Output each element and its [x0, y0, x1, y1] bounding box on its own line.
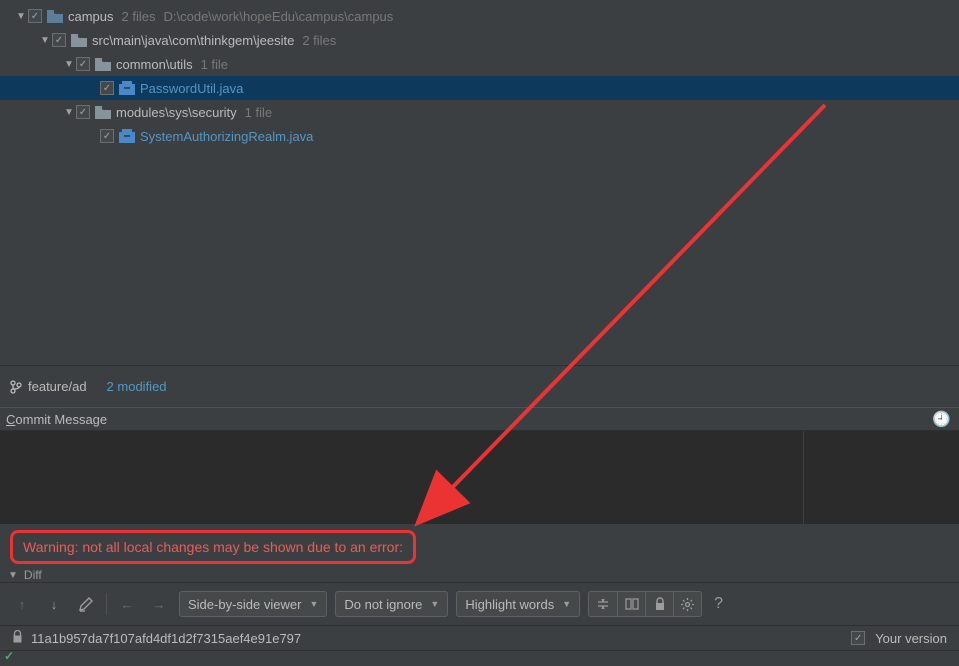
your-version-label: Your version [875, 631, 947, 646]
node-meta-count: 2 files [122, 9, 156, 24]
edit-icon[interactable] [74, 592, 98, 616]
modified-link[interactable]: 2 modified [107, 379, 167, 394]
node-meta-path: D:\code\work\hopeEdu\campus\campus [164, 9, 394, 24]
node-label: modules\sys\security [116, 105, 237, 120]
tree-row-root[interactable]: ▼ ✓ campus 2 files D:\code\work\hopeEdu\… [0, 4, 959, 28]
node-meta: 1 file [245, 105, 272, 120]
forward-icon[interactable]: → [147, 592, 171, 616]
chevron-down-icon[interactable]: ▼ [38, 35, 52, 46]
checkbox[interactable]: ✓ [76, 105, 90, 119]
commit-message-header: Commit Message 🕘 [0, 408, 959, 430]
chevron-down-icon[interactable]: ▼ [14, 11, 28, 22]
dropdown-label: Do not ignore [344, 597, 422, 612]
next-change-icon[interactable]: ↓ [42, 592, 66, 616]
diff-section-header[interactable]: ▼ Diff [0, 568, 959, 582]
chevron-down-icon[interactable]: ▼ [62, 107, 76, 118]
chevron-down-icon: ▼ [430, 599, 439, 609]
changes-tree[interactable]: ▼ ✓ campus 2 files D:\code\work\hopeEdu\… [0, 0, 959, 365]
lock-icon[interactable] [645, 592, 673, 616]
commit-message-input[interactable] [0, 431, 804, 524]
gutter-strip: ✓ [0, 650, 959, 656]
commit-hash: 11a1b957da7f107afd4df1d2f7315aef4e91e797 [31, 631, 301, 646]
highlight-mode-dropdown[interactable]: Highlight words ▼ [456, 591, 580, 617]
ignore-whitespace-dropdown[interactable]: Do not ignore ▼ [335, 591, 448, 617]
branch-indicator[interactable]: feature/ad [10, 379, 87, 394]
prev-change-icon[interactable]: ↑ [10, 592, 34, 616]
viewer-mode-dropdown[interactable]: Side-by-side viewer ▼ [179, 591, 327, 617]
history-icon[interactable]: 🕘 [932, 410, 951, 428]
node-label: src\main\java\com\thinkgem\jeesite [92, 33, 294, 48]
tree-row-passwordutil[interactable]: ✓ PasswordUtil.java [0, 76, 959, 100]
revision-row: 11a1b957da7f107afd4df1d2f7315aef4e91e797… [0, 626, 959, 650]
tree-row-common[interactable]: ▼ ✓ common\utils 1 file [0, 52, 959, 76]
commit-side-panel [804, 431, 959, 524]
checkbox[interactable]: ✓ [100, 81, 114, 95]
chevron-down-icon[interactable]: ▼ [8, 570, 18, 581]
commit-message-body [0, 430, 959, 524]
help-icon[interactable]: ? [714, 595, 723, 613]
java-class-icon [118, 128, 136, 144]
node-meta: 1 file [201, 57, 228, 72]
folder-icon [70, 32, 88, 48]
collapse-unchanged-icon[interactable] [589, 592, 617, 616]
commit-message-label: Commit Message [6, 412, 107, 427]
node-label: common\utils [116, 57, 193, 72]
checkmark-icon: ✓ [4, 649, 14, 663]
node-meta: 2 files [302, 33, 336, 48]
warning-text: Warning: not all local changes may be sh… [23, 539, 403, 555]
warning-area: Warning: not all local changes may be sh… [0, 524, 959, 568]
chevron-down-icon: ▼ [562, 599, 571, 609]
chevron-down-icon: ▼ [309, 599, 318, 609]
diff-toolbar: ↑ ↓ ← → Side-by-side viewer ▼ Do not ign… [0, 582, 959, 626]
node-label: campus [68, 9, 114, 24]
warning-box: Warning: not all local changes may be sh… [10, 530, 416, 564]
your-version-toggle[interactable]: ✓ Your version [851, 631, 947, 646]
chevron-down-icon[interactable]: ▼ [62, 59, 76, 70]
tree-row-package[interactable]: ▼ ✓ src\main\java\com\thinkgem\jeesite 2… [0, 28, 959, 52]
checkbox[interactable]: ✓ [52, 33, 66, 47]
folder-icon [94, 104, 112, 120]
branch-status-bar: feature/ad 2 modified [0, 365, 959, 407]
tree-row-modules[interactable]: ▼ ✓ modules\sys\security 1 file [0, 100, 959, 124]
lock-icon [12, 630, 23, 646]
checkbox[interactable]: ✓ [851, 631, 865, 645]
toolbar-separator [106, 593, 107, 615]
back-icon[interactable]: ← [115, 592, 139, 616]
java-class-icon [118, 80, 136, 96]
node-label: SystemAuthorizingRealm.java [140, 129, 313, 144]
branch-icon [10, 380, 22, 394]
folder-icon [94, 56, 112, 72]
gear-icon[interactable] [673, 592, 701, 616]
checkbox[interactable]: ✓ [76, 57, 90, 71]
tree-row-systemrealm[interactable]: ✓ SystemAuthorizingRealm.java [0, 124, 959, 148]
node-label: PasswordUtil.java [140, 81, 243, 96]
sync-scroll-icon[interactable] [617, 592, 645, 616]
commit-message-section: Commit Message 🕘 [0, 407, 959, 524]
module-folder-icon [46, 8, 64, 24]
checkbox[interactable]: ✓ [28, 9, 42, 23]
dropdown-label: Highlight words [465, 597, 554, 612]
branch-name: feature/ad [28, 379, 87, 394]
diff-label: Diff [24, 568, 42, 582]
checkbox[interactable]: ✓ [100, 129, 114, 143]
dropdown-label: Side-by-side viewer [188, 597, 301, 612]
toolbar-button-group [588, 591, 702, 617]
